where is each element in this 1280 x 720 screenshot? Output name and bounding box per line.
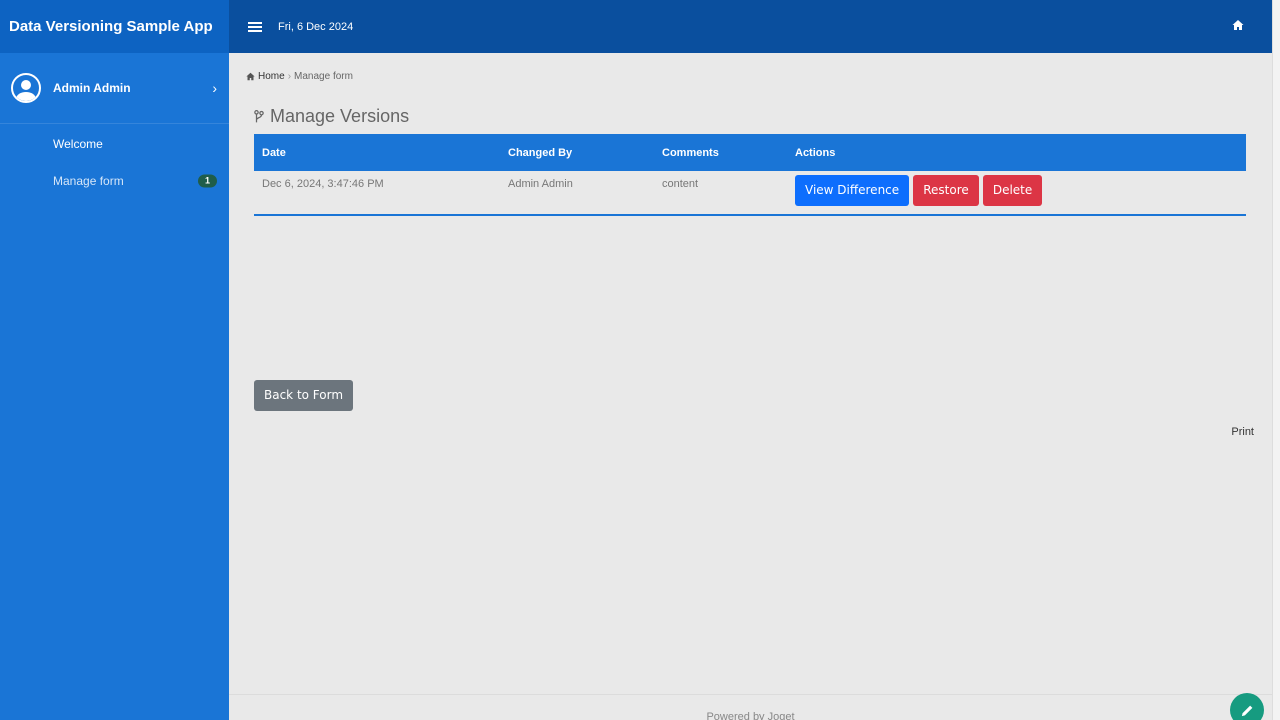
sidebar-item-label: Welcome bbox=[53, 136, 103, 151]
top-bar: Fri, 6 Dec 2024 bbox=[229, 0, 1272, 53]
user-menu[interactable]: Admin Admin › bbox=[0, 53, 229, 124]
sidebar-item-welcome[interactable]: Welcome bbox=[0, 124, 229, 162]
versions-table: Date Changed By Comments Actions Dec 6, … bbox=[254, 134, 1246, 216]
table-header-row: Date Changed By Comments Actions bbox=[254, 134, 1246, 171]
count-badge: 1 bbox=[197, 174, 217, 187]
breadcrumb: Home › Manage form bbox=[246, 71, 353, 82]
print-link[interactable]: Print bbox=[1231, 426, 1254, 438]
column-header-actions: Actions bbox=[795, 146, 836, 159]
breadcrumb-home-link[interactable]: Home bbox=[246, 71, 285, 82]
column-header-changed-by[interactable]: Changed By bbox=[500, 134, 654, 171]
current-date: Fri, 6 Dec 2024 bbox=[278, 20, 354, 33]
breadcrumb-home-label: Home bbox=[258, 71, 285, 82]
code-branch-icon bbox=[254, 110, 264, 123]
sidebar: Data Versioning Sample App Admin Admin ›… bbox=[0, 0, 229, 720]
edit-fab-button[interactable] bbox=[1230, 693, 1264, 720]
cell-comments: content bbox=[662, 178, 699, 190]
footer: Powered by Joget bbox=[229, 694, 1272, 720]
home-icon bbox=[246, 72, 255, 81]
home-icon[interactable] bbox=[1232, 19, 1244, 31]
column-header-date[interactable]: Date bbox=[254, 134, 500, 171]
breadcrumb-current: Manage form bbox=[294, 71, 353, 82]
delete-button[interactable]: Delete bbox=[982, 175, 1043, 206]
sidebar-menu: Welcome Manage form 1 bbox=[0, 124, 229, 199]
main-content: Home › Manage form Manage Versions Date … bbox=[229, 53, 1272, 720]
hamburger-menu-icon[interactable] bbox=[248, 21, 262, 32]
cell-changed-by: Admin Admin bbox=[508, 178, 573, 190]
restore-button[interactable]: Restore bbox=[913, 175, 979, 206]
scrollbar[interactable] bbox=[1272, 0, 1280, 720]
column-header-comments[interactable]: Comments bbox=[654, 134, 787, 171]
user-name: Admin Admin bbox=[53, 81, 131, 95]
sidebar-item-manage-form[interactable]: Manage form 1 bbox=[0, 162, 229, 199]
page-title-text: Manage Versions bbox=[270, 106, 410, 126]
pencil-icon bbox=[1241, 705, 1252, 716]
cell-actions: View Difference Restore Delete bbox=[787, 171, 1246, 215]
back-to-form-button[interactable]: Back to Form bbox=[254, 380, 354, 411]
footer-text: Powered by Joget bbox=[706, 711, 795, 720]
chevron-right-icon: › bbox=[212, 80, 217, 96]
view-difference-button[interactable]: View Difference bbox=[795, 175, 910, 206]
app-title[interactable]: Data Versioning Sample App bbox=[0, 0, 229, 53]
page-title: Manage Versions bbox=[254, 106, 409, 127]
cell-date: Dec 6, 2024, 3:47:46 PM bbox=[262, 178, 384, 190]
user-avatar-icon bbox=[11, 73, 41, 103]
breadcrumb-separator: › bbox=[287, 71, 292, 82]
table-row: Dec 6, 2024, 3:47:46 PM Admin Admin cont… bbox=[254, 171, 1246, 215]
sidebar-item-label: Manage form bbox=[53, 173, 124, 188]
